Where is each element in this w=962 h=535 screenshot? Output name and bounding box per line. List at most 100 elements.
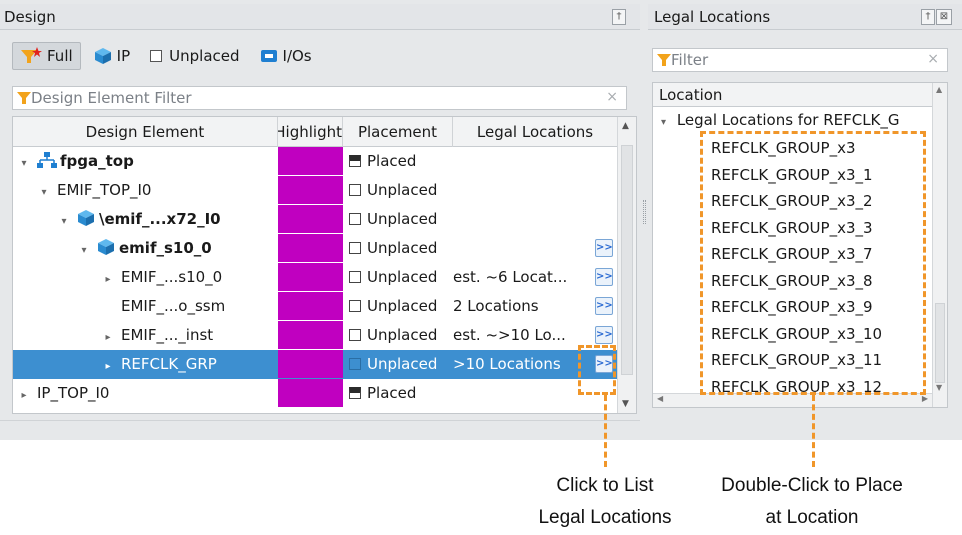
placement-cell: Unplaced (349, 263, 453, 292)
table-row[interactable]: ▾ fpga_top Placed (13, 147, 617, 176)
table-row[interactable]: ▸ REFCLK_GRP Unplaced >10 Locations >> (13, 350, 617, 379)
chevron-down-icon[interactable]: ▾ (661, 117, 666, 128)
column-header-location[interactable]: Location (653, 83, 932, 107)
placement-cell: Unplaced (349, 176, 453, 205)
scroll-down-icon[interactable]: ▼ (936, 383, 942, 392)
filter-placeholder: Design Element Filter (31, 89, 192, 107)
placement-status: Unplaced (367, 181, 438, 199)
design-element-name: EMIF_...o_ssm (121, 297, 226, 315)
panel-splitter[interactable] (643, 200, 646, 224)
column-header-legal-locations[interactable]: Legal Locations (453, 117, 617, 147)
column-header-highlight[interactable]: Highlight (278, 117, 343, 147)
chevron-right-icon[interactable]: ▸ (101, 265, 115, 292)
chevron-right-icon[interactable]: ▸ (101, 352, 115, 379)
scroll-thumb[interactable] (935, 303, 945, 383)
design-element-name: EMIF_...s10_0 (121, 268, 223, 286)
chevron-down-icon[interactable]: ▾ (77, 236, 91, 263)
placement-cell: Unplaced (349, 205, 453, 234)
io-port-icon (260, 50, 277, 62)
design-element-cell[interactable]: ▾ fpga_top (17, 147, 274, 176)
legal-locations-cell (453, 205, 593, 234)
design-element-name: EMIF_TOP_I0 (57, 181, 152, 199)
tab-full[interactable]: Full (12, 42, 81, 70)
design-element-name: EMIF_..._inst (121, 326, 214, 344)
placement-status: Unplaced (367, 326, 438, 344)
ip-cube-icon (94, 48, 111, 64)
tab-unplaced[interactable]: Unplaced (143, 42, 246, 70)
clear-icon[interactable]: × (606, 89, 618, 105)
legal-panel-titlebar: Legal Locations (648, 4, 962, 30)
highlight-swatch[interactable] (278, 234, 343, 262)
highlight-swatch[interactable] (278, 205, 343, 233)
placement-status: Placed (367, 152, 417, 170)
highlight-swatch[interactable] (278, 321, 343, 349)
design-element-cell[interactable]: ▸ EMIF_..._inst (101, 321, 274, 350)
column-header-placement[interactable]: Placement (343, 117, 453, 147)
callout-box-arrow-button (578, 345, 616, 395)
highlight-swatch[interactable] (278, 176, 343, 204)
column-header-design-element[interactable]: Design Element (13, 117, 278, 147)
design-element-cell[interactable]: ▾ EMIF_TOP_I0 (37, 176, 274, 205)
filter-funnel-icon (657, 54, 671, 66)
legal-locations-cell (453, 379, 593, 408)
tab-ip[interactable]: IP (87, 42, 137, 70)
list-legal-locations-button[interactable]: >> (595, 239, 613, 257)
design-element-cell[interactable]: ▸ IP_TOP_I0 (17, 379, 274, 408)
placement-status: Unplaced (367, 239, 438, 257)
highlight-swatch[interactable] (278, 263, 343, 291)
table-row[interactable]: ▾ emif_s10_0 Unplaced >> (13, 234, 617, 263)
clear-icon[interactable]: × (927, 51, 939, 67)
legal-filter-input[interactable]: Filter × (652, 48, 948, 72)
table-row[interactable]: EMIF_...o_ssm Unplaced 2 Locations >> (13, 292, 617, 321)
callout-line-list (604, 395, 607, 467)
pin-icon[interactable]: † (921, 9, 935, 25)
chevron-right-icon[interactable]: ▸ (101, 323, 115, 350)
table-row[interactable]: ▸ EMIF_...s10_0 Unplaced est. ~6 Locat... >> (13, 263, 617, 292)
chevron-right-icon[interactable]: ▸ (17, 381, 31, 408)
chevron-down-icon[interactable]: ▾ (37, 178, 51, 205)
chevron-down-icon[interactable]: ▾ (17, 149, 31, 176)
callout-line-place (812, 395, 815, 467)
design-element-filter-input[interactable]: Design Element Filter × (12, 86, 627, 110)
legal-group-node[interactable]: ▾ Legal Locations for REFCLK_G (661, 111, 900, 129)
list-legal-locations-button[interactable]: >> (595, 268, 613, 286)
design-element-cell[interactable]: ▾ \emif_...x72_I0 (57, 205, 274, 234)
legal-vertical-scrollbar[interactable]: ▲ ▼ (932, 83, 947, 407)
scroll-right-icon[interactable]: ▶ (922, 394, 928, 403)
placement-status: Unplaced (367, 210, 438, 228)
chevron-down-icon[interactable]: ▾ (57, 207, 71, 234)
placement-cell: Placed (349, 379, 453, 408)
scroll-up-icon[interactable]: ▲ (622, 121, 629, 131)
scroll-thumb[interactable] (621, 145, 633, 375)
legal-horizontal-scrollbar[interactable]: ◀ ▶ (653, 393, 932, 407)
unplaced-icon (349, 358, 361, 370)
callout-list-legal-locations: Click to List Legal Locations (515, 470, 695, 534)
hierarchy-icon (37, 152, 57, 168)
placement-status: Placed (367, 384, 417, 402)
pin-icon[interactable]: † (612, 9, 626, 25)
highlight-swatch[interactable] (278, 350, 343, 378)
scroll-left-icon[interactable]: ◀ (657, 394, 663, 403)
scroll-down-icon[interactable]: ▼ (622, 399, 629, 409)
list-legal-locations-button[interactable]: >> (595, 297, 613, 315)
highlight-swatch[interactable] (278, 292, 343, 320)
callout-place-line2: at Location (765, 507, 859, 528)
table-vertical-scrollbar[interactable]: ▲ ▼ (617, 117, 636, 413)
list-legal-locations-button[interactable]: >> (595, 326, 613, 344)
scroll-up-icon[interactable]: ▲ (936, 85, 942, 94)
design-element-cell[interactable]: EMIF_...o_ssm (101, 292, 274, 321)
table-row[interactable]: ▾ EMIF_TOP_I0 Unplaced (13, 176, 617, 205)
tab-ios[interactable]: I/Os (253, 42, 319, 70)
table-row[interactable]: ▸ IP_TOP_I0 Placed (13, 379, 617, 408)
table-row[interactable]: ▾ \emif_...x72_I0 Unplaced (13, 205, 617, 234)
table-row[interactable]: ▸ EMIF_..._inst Unplaced est. ~>10 Lo... >> (13, 321, 617, 350)
design-element-cell[interactable]: ▸ REFCLK_GRP (101, 350, 274, 379)
design-element-name: fpga_top (60, 152, 134, 170)
highlight-swatch[interactable] (278, 147, 343, 175)
design-element-cell[interactable]: ▸ EMIF_...s10_0 (101, 263, 274, 292)
close-panel-icon[interactable]: ⊠ (936, 9, 952, 25)
design-element-cell[interactable]: ▾ emif_s10_0 (77, 234, 274, 263)
tab-ip-label: IP (116, 47, 131, 65)
tab-ios-label: I/Os (282, 47, 312, 65)
highlight-swatch[interactable] (278, 379, 343, 407)
